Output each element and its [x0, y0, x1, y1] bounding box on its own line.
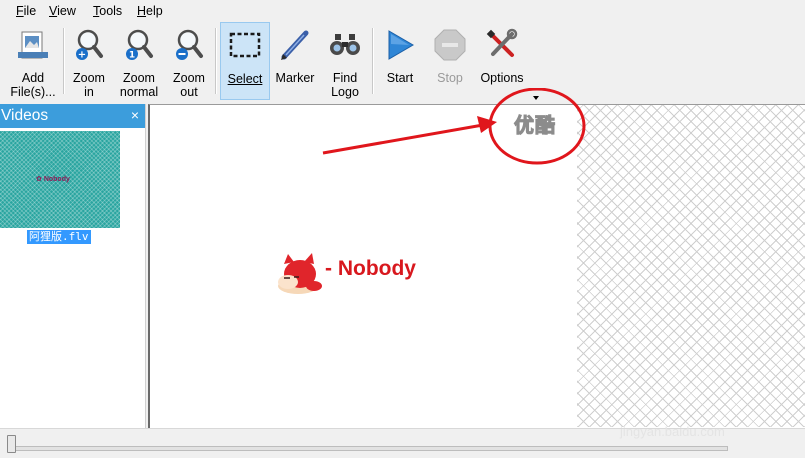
thumbnail-logo: ✿ Nobody [36, 176, 70, 183]
toolbar-separator [372, 28, 374, 94]
menu-view[interactable]: View [49, 3, 76, 19]
zoom-out-button[interactable]: Zoom out [166, 22, 212, 100]
videos-panel: Videos × ✿ Nobody 阿狸版.flv [0, 104, 146, 428]
toolbar-separator [215, 28, 217, 94]
videos-panel-header: Videos × [0, 104, 145, 128]
marker-tool-label: Marker [275, 71, 315, 85]
binoculars-icon [330, 34, 360, 55]
transparent-background-area [577, 105, 805, 427]
thumbnail-logo-text: Nobody [43, 176, 70, 183]
select-tool-label: Select [227, 72, 263, 86]
video-thumbnail[interactable]: ✿ Nobody [0, 131, 120, 228]
tools-wrench-screwdriver-icon [486, 28, 518, 57]
play-icon [388, 30, 414, 60]
timeline-slider-track[interactable] [8, 446, 728, 451]
menu-help-accel: H [137, 4, 147, 18]
svg-text:1: 1 [129, 51, 135, 61]
menu-bar: File View Tools Help [0, 0, 805, 22]
menu-tools-label: ools [99, 4, 123, 18]
zoom-normal-button[interactable]: 1 Zoom normal [114, 22, 164, 100]
select-rectangle-icon [229, 32, 261, 58]
zoom-in-button[interactable]: + Zoom in [66, 22, 112, 100]
select-tool-button[interactable]: Select [220, 22, 270, 100]
add-files-icon [18, 31, 48, 59]
menu-file-accel: F [16, 4, 24, 18]
options-label: Options [480, 71, 524, 85]
menu-tools[interactable]: Tools [93, 3, 122, 19]
zoom-normal-icon: 1 [126, 29, 153, 61]
add-files-button[interactable]: Add File(s)... [6, 22, 60, 100]
stop-octagon-icon [434, 29, 466, 61]
marker-pen-icon [281, 30, 309, 60]
menu-help[interactable]: Help [137, 3, 163, 19]
zoom-out-label: Zoom out [173, 71, 205, 99]
menu-file-label: ile [23, 4, 37, 18]
menu-help-label: elp [146, 4, 163, 18]
annotation-arrow-circle [322, 88, 586, 165]
add-files-label: Add File(s)... [10, 71, 56, 99]
stop-label: Stop [437, 71, 463, 85]
footer-watermark: jingyan.baidu.com [620, 424, 725, 439]
videos-panel-title: Videos [1, 107, 49, 124]
zoom-in-label: Zoom in [73, 71, 105, 99]
zoom-out-icon [176, 29, 203, 60]
menu-file[interactable]: File [16, 3, 36, 19]
timeline-slider-thumb[interactable] [7, 435, 16, 453]
video-logo-text: - Nobody [325, 257, 416, 280]
toolbar-separator [63, 28, 65, 94]
start-label: Start [386, 71, 414, 85]
video-filename[interactable]: 阿狸版.flv [27, 230, 91, 244]
svg-text:+: + [78, 50, 86, 61]
menu-view-accel: V [49, 4, 58, 18]
zoom-in-icon: + [76, 29, 103, 61]
menu-view-label: iew [57, 4, 76, 18]
zoom-normal-label: Zoom normal [119, 71, 159, 99]
marker-tool-button[interactable]: Marker [272, 22, 318, 100]
fox-mascot-icon [278, 253, 322, 294]
close-icon[interactable]: × [131, 107, 139, 123]
